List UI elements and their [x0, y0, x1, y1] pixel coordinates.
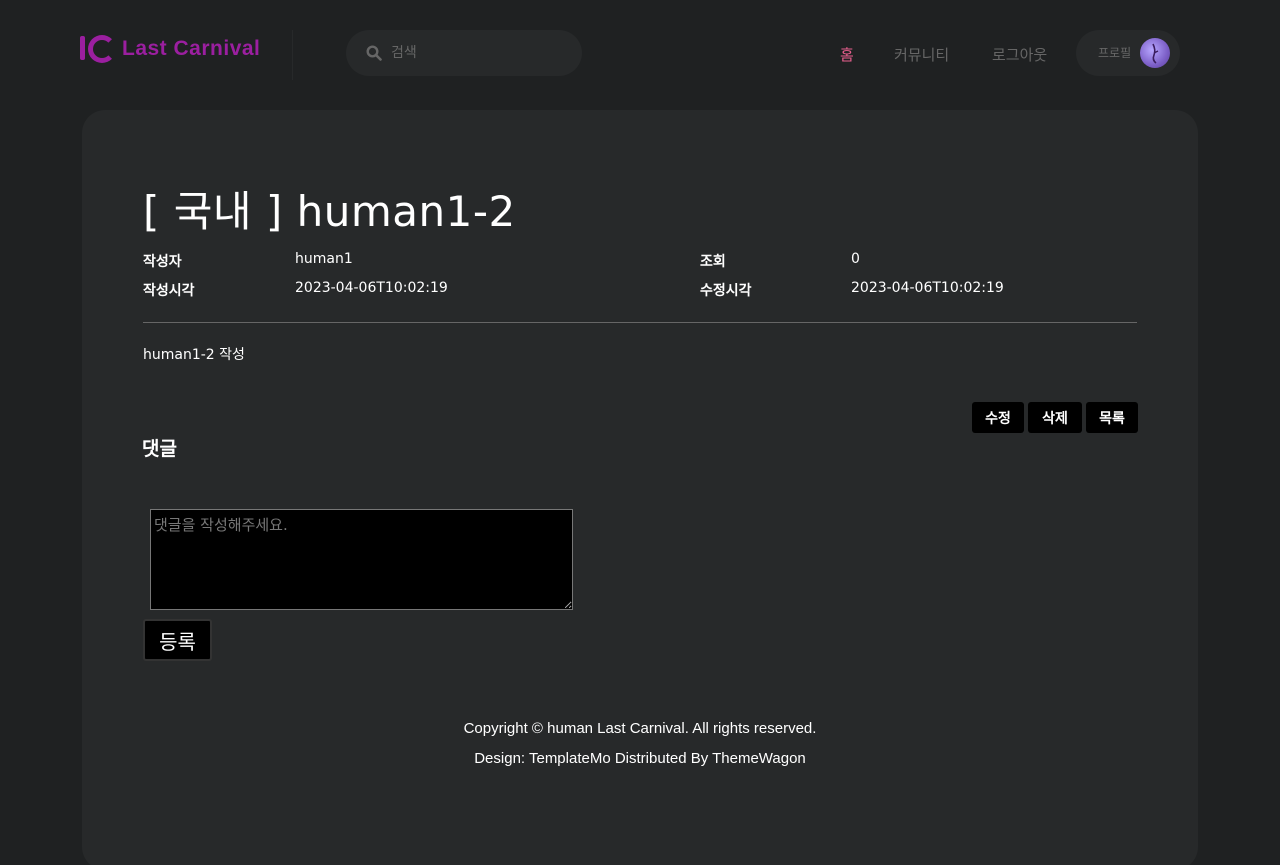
- search-input[interactable]: [391, 30, 571, 76]
- created-label: 작성시각: [143, 283, 195, 299]
- comment-input[interactable]: [150, 509, 573, 610]
- divider: [143, 322, 1137, 323]
- site-header: Last Carnival 홈 커뮤니티 로그아웃 프로필: [0, 0, 1280, 105]
- profile-button[interactable]: 프로필: [1076, 30, 1180, 76]
- author-label: 작성자: [143, 254, 182, 270]
- modified-value: 2023-04-06T10:02:19: [851, 280, 1004, 296]
- footer-design-credit: Design: TemplateMo Distributed By ThemeW…: [474, 750, 806, 767]
- created-value: 2023-04-06T10:02:19: [295, 280, 448, 296]
- author-value: human1: [295, 251, 353, 267]
- edit-button[interactable]: 수정: [972, 402, 1024, 433]
- profile-label: 프로필: [1098, 46, 1132, 60]
- search-icon: [366, 45, 382, 61]
- logo-icon: [78, 33, 118, 65]
- list-button[interactable]: 목록: [1086, 402, 1138, 433]
- search-bar: [346, 30, 582, 76]
- views-value: 0: [851, 251, 860, 267]
- post-card: [ 국내 ] human1-2 작성자 human1 조회 0 작성시각 202…: [82, 110, 1198, 865]
- delete-button[interactable]: 삭제: [1028, 402, 1082, 433]
- nav-logout[interactable]: 로그아웃: [992, 44, 1047, 65]
- comments-heading: 댓글: [142, 438, 177, 460]
- nav-home[interactable]: 홈: [840, 44, 854, 65]
- brand-name: Last Carnival: [122, 37, 261, 60]
- footer-copyright: Copyright © human Last Carnival. All rig…: [463, 720, 817, 737]
- submit-comment-button[interactable]: 등록: [143, 619, 212, 661]
- nav-community[interactable]: 커뮤니티: [894, 44, 949, 65]
- post-title: [ 국내 ] human1-2: [143, 187, 516, 236]
- header-divider: [292, 30, 293, 80]
- avatar-icon: [1140, 38, 1170, 68]
- brand-logo[interactable]: Last Carnival: [78, 33, 260, 65]
- post-body: human1-2 작성: [143, 347, 245, 363]
- modified-label: 수정시각: [700, 283, 752, 299]
- views-label: 조회: [700, 254, 726, 270]
